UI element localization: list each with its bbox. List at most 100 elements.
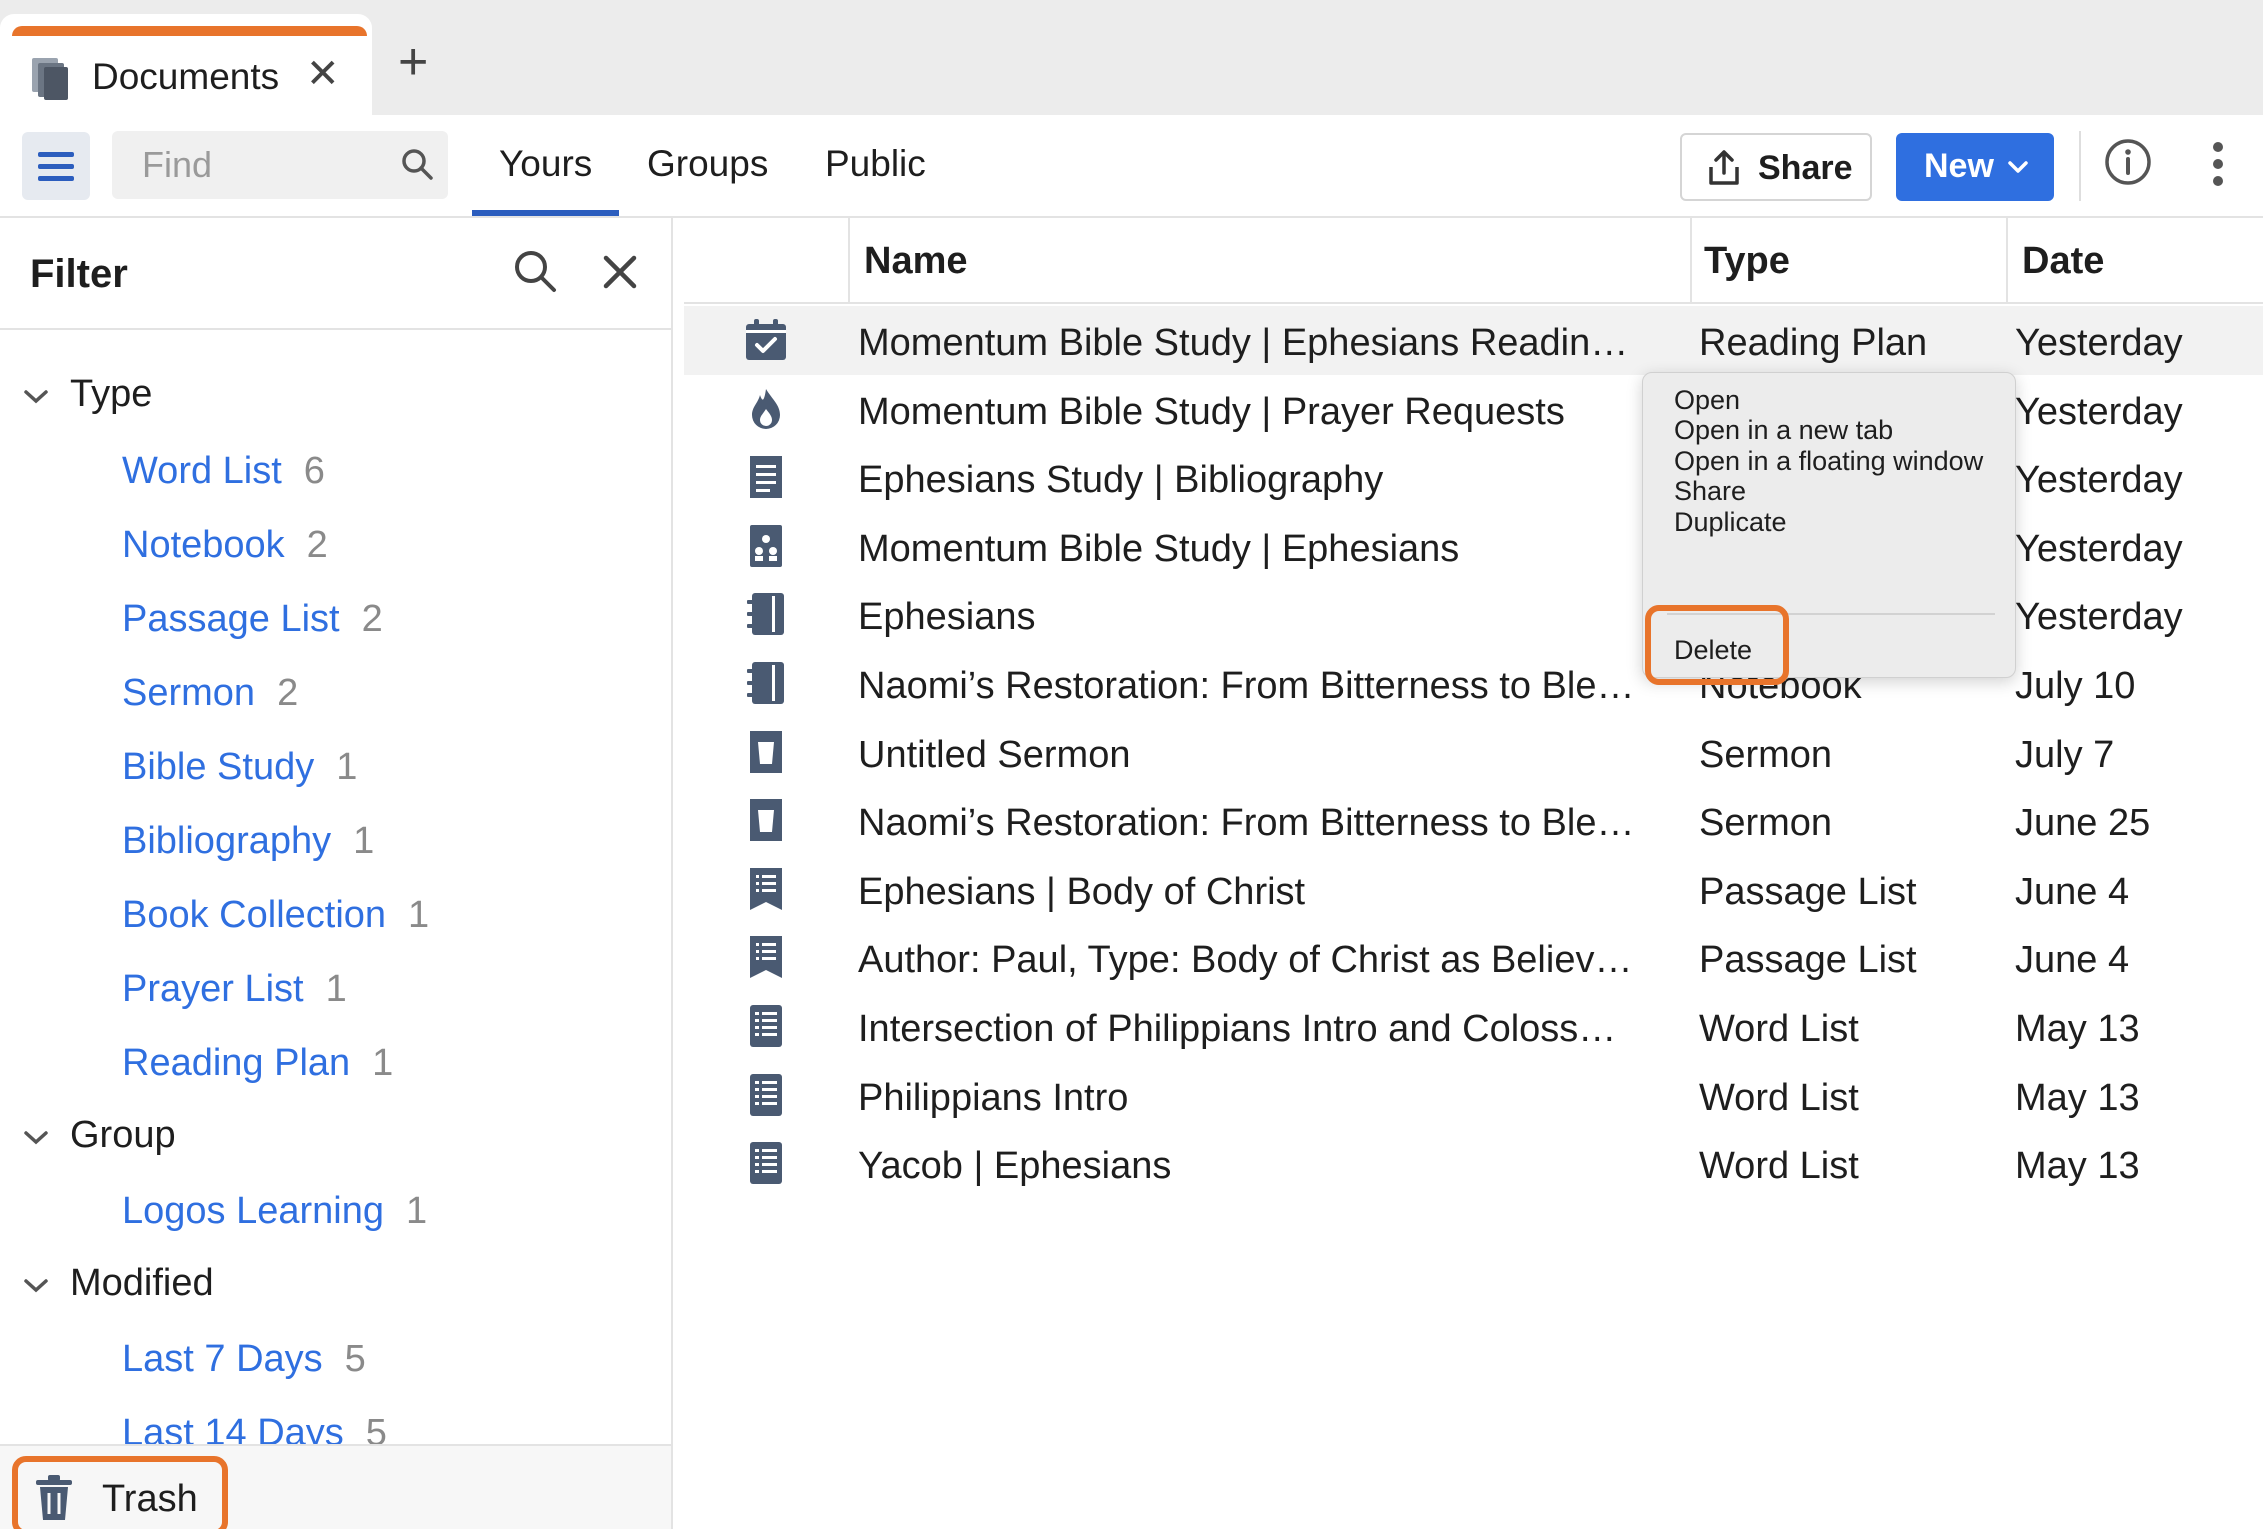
delete-highlight <box>1645 605 1789 685</box>
search-icon[interactable] <box>512 248 560 296</box>
filter-item-last-7-days[interactable]: Last 7 Days 5 <box>122 1338 366 1381</box>
column-header-type[interactable]: Type <box>1704 240 1790 283</box>
table-row[interactable]: Momentum Bible Study | Ephesians Readin…… <box>684 306 2263 375</box>
row-date: June 25 <box>2015 802 2151 845</box>
active-tab-indicator <box>472 210 619 216</box>
table-row[interactable]: Momentum Bible Study | Ephesians Yesterda… <box>684 512 2263 581</box>
hamburger-line <box>38 164 74 169</box>
table-row[interactable]: EphesiansNotebookYesterday <box>684 580 2263 649</box>
notebook-icon <box>747 662 784 704</box>
chevron-down-icon <box>2008 161 2028 173</box>
hamburger-menu-button[interactable] <box>22 132 90 200</box>
filter-item-count: 5 <box>344 1338 366 1380</box>
trash-button[interactable]: Trash <box>12 1456 228 1529</box>
menu-item-open-new-tab[interactable]: Open in a new tab <box>1674 415 1893 446</box>
table-row[interactable]: Ephesians Study | Bibliography Yesterday <box>684 443 2263 512</box>
row-name: Naomi’s Restoration: From Bitterness to … <box>858 802 1635 845</box>
column-divider <box>1690 218 1692 304</box>
filter-group-modified[interactable]: Modified <box>22 1262 214 1305</box>
filter-item-count: 2 <box>277 672 299 714</box>
close-icon[interactable] <box>600 252 640 292</box>
filter-item-count: 2 <box>361 598 383 640</box>
filter-item-label: Book Collection <box>122 894 387 936</box>
row-type: Passage List <box>1699 870 1917 913</box>
menu-item-share[interactable]: Share <box>1674 476 1746 507</box>
filter-item-count: 1 <box>325 968 347 1010</box>
row-name: Momentum Bible Study | Ephesians Readin… <box>858 322 1629 364</box>
info-icon[interactable] <box>2103 137 2153 187</box>
row-name: Ephesians <box>858 596 1036 639</box>
filter-item-word-list[interactable]: Word List 6 <box>122 450 325 493</box>
bible-study-icon <box>750 524 782 567</box>
chevron-down-icon <box>24 1279 48 1293</box>
hamburger-line <box>38 152 74 157</box>
filter-group-group[interactable]: Group <box>22 1114 176 1157</box>
filter-item-bible-study[interactable]: Bible Study 1 <box>122 746 357 789</box>
search-icon[interactable] <box>400 147 436 183</box>
filter-header: Filter <box>0 218 671 330</box>
filter-item-notebook[interactable]: Notebook 2 <box>122 524 328 567</box>
reading-plan-icon <box>746 319 786 360</box>
find-input[interactable] <box>112 131 448 199</box>
filter-item-label: Bibliography <box>122 820 332 862</box>
filter-item-label: Bible Study <box>122 746 315 788</box>
table-row[interactable]: Author: Paul, Type: Body of Christ as Be… <box>684 923 2263 992</box>
column-divider <box>848 218 850 304</box>
filter-item-passage-list[interactable]: Passage List 2 <box>122 598 383 641</box>
filter-group-type[interactable]: Type <box>22 373 152 416</box>
row-name: Momentum Bible Study | Ephesians <box>858 527 1460 570</box>
new-button[interactable]: New <box>1896 133 2054 201</box>
column-header-date[interactable]: Date <box>2022 240 2104 283</box>
table-row[interactable]: Naomi’s Restoration: From Bitterness to … <box>684 786 2263 855</box>
row-date: June 4 <box>2015 870 2130 913</box>
table-row[interactable]: Untitled Sermon Sermon July 7 <box>684 718 2263 787</box>
row-type: Sermon <box>1699 733 1833 776</box>
filter-item-bibliography[interactable]: Bibliography 1 <box>122 820 374 863</box>
filter-item-label: Logos Learning <box>122 1190 384 1232</box>
filter-item-reading-plan[interactable]: Reading Plan 1 <box>122 1042 393 1085</box>
menu-item-open-floating-window[interactable]: Open in a floating window <box>1674 446 1983 477</box>
toolbar: Yours Groups Public Share New <box>0 115 2263 218</box>
filter-item-sermon[interactable]: Sermon 2 <box>122 672 298 715</box>
trash-bar: Trash <box>0 1444 671 1529</box>
new-tab-plus-icon[interactable]: + <box>398 36 428 88</box>
row-date: May 13 <box>2015 1008 2140 1050</box>
notebook-icon <box>747 593 784 636</box>
close-icon[interactable]: ✕ <box>306 54 340 94</box>
tab-documents[interactable]: Documents ✕ <box>0 14 372 115</box>
filter-item-label: Notebook <box>122 524 285 566</box>
share-button[interactable]: Share <box>1680 133 1872 201</box>
more-vertical-icon[interactable] <box>2210 139 2226 189</box>
tab-yours[interactable]: Yours <box>499 143 592 185</box>
filter-item-logos-learning[interactable]: Logos Learning 1 <box>122 1190 427 1233</box>
passage-list-icon <box>750 936 782 979</box>
filter-item-count: 1 <box>353 820 375 862</box>
table-row[interactable]: Philippians Intro Word List May 13 <box>684 1061 2263 1130</box>
column-header-name[interactable]: Name <box>864 240 968 283</box>
tab-public[interactable]: Public <box>825 143 926 185</box>
row-name: Naomi’s Restoration: From Bitterness to … <box>858 665 1635 707</box>
word-list-icon <box>750 1142 782 1185</box>
trash-icon <box>36 1475 72 1520</box>
table-row[interactable]: Intersection of Philippians Intro and Co… <box>684 992 2263 1061</box>
new-button-label: New <box>1924 147 1994 185</box>
table-header: Name Type Date <box>684 218 2263 304</box>
row-date: June 4 <box>2015 939 2130 982</box>
filter-group-label: Modified <box>70 1262 214 1304</box>
tab-groups[interactable]: Groups <box>647 143 768 185</box>
table-row[interactable]: Yacob | Ephesians Word List May 13 <box>684 1129 2263 1198</box>
menu-item-duplicate[interactable]: Duplicate <box>1674 507 1787 538</box>
row-type: Sermon <box>1699 802 1833 845</box>
row-date: Yesterday <box>2015 459 2183 502</box>
row-date: May 13 <box>2015 1076 2140 1119</box>
table-row[interactable]: Naomi’s Restoration: From Bitterness to … <box>684 649 2263 718</box>
filter-item-prayer-list[interactable]: Prayer List 1 <box>122 968 347 1011</box>
table-row[interactable]: Ephesians | Body of Christ Passage List Ju… <box>684 855 2263 924</box>
share-button-label: Share <box>1758 149 1853 187</box>
table-row[interactable]: Momentum Bible Study | Prayer Requests Ye… <box>684 375 2263 444</box>
row-type: Word List <box>1699 1008 1859 1050</box>
row-name: Untitled Sermon <box>858 733 1131 776</box>
filter-item-book-collection[interactable]: Book Collection 1 <box>122 894 429 937</box>
row-name: Intersection of Philippians Intro and Co… <box>858 1008 1617 1050</box>
menu-item-open[interactable]: Open <box>1674 385 1740 416</box>
